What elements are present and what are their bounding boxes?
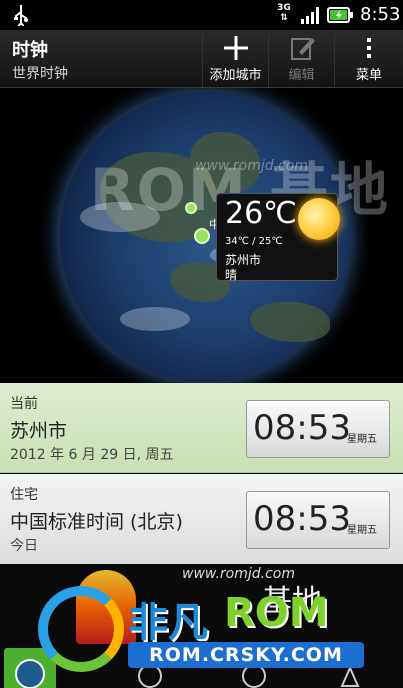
brand-cn: 非凡 bbox=[128, 600, 208, 646]
clock-time: 08:53 bbox=[253, 408, 351, 448]
menu-button[interactable]: 菜单 bbox=[334, 30, 403, 88]
edit-icon bbox=[291, 38, 315, 60]
app-subtitle: 世界时钟 bbox=[12, 66, 68, 82]
edit-label: 编辑 bbox=[288, 68, 315, 83]
weather-range: 34℃ / 25℃ bbox=[225, 236, 283, 247]
landmass bbox=[250, 302, 330, 342]
usb-icon bbox=[14, 5, 28, 26]
add-city-label: 添加城市 bbox=[209, 68, 262, 83]
clock-time: 08:53 bbox=[253, 499, 351, 539]
city-pin-selected[interactable] bbox=[194, 228, 210, 244]
row-tag: 住宅 bbox=[10, 487, 38, 503]
city-pin[interactable] bbox=[185, 202, 197, 214]
digital-clock: 08:53 星期五 bbox=[246, 491, 390, 549]
row-detail: 今日 bbox=[10, 538, 38, 554]
digital-clock: 08:53 星期五 bbox=[246, 400, 390, 458]
bottom-area: www.romjd.com 基地 非凡 ROM ROM.CRSKY.COM bbox=[0, 564, 403, 688]
plus-icon bbox=[224, 36, 248, 60]
world-globe[interactable]: ROM 基地 www.romjd.com 中 26℃ 34℃ / 25℃ 苏州市… bbox=[0, 88, 403, 383]
row-detail: 2012 年 6 月 29 日, 周五 bbox=[10, 447, 174, 463]
row-tag: 当前 bbox=[10, 396, 38, 412]
cloud bbox=[120, 307, 190, 331]
weather-temperature: 26℃ bbox=[225, 196, 297, 231]
overflow-menu-icon bbox=[367, 38, 371, 58]
brand-en: ROM bbox=[224, 590, 329, 636]
clock-weekday: 星期五 bbox=[347, 525, 377, 536]
brand-site: ROM.CRSKY.COM bbox=[128, 642, 364, 668]
clock-row-home[interactable]: 住宅 中国标准时间 (北京) 今日 08:53 星期五 bbox=[0, 474, 403, 564]
battery-icon bbox=[327, 7, 353, 23]
crsky-swirl-logo bbox=[38, 586, 124, 672]
status-bar: 3G ⇅ 8:53 bbox=[0, 0, 403, 30]
row-city: 苏州市 bbox=[10, 420, 68, 442]
watermark-url: www.romjd.com bbox=[195, 158, 308, 174]
menu-label: 菜单 bbox=[355, 68, 382, 83]
app-title: 时钟 bbox=[12, 40, 48, 61]
network-type-icon: 3G ⇅ bbox=[277, 3, 291, 23]
add-city-button[interactable]: 添加城市 bbox=[202, 30, 268, 88]
clock-row-current[interactable]: 当前 苏州市 2012 年 6 月 29 日, 周五 08:53 星期五 bbox=[0, 383, 403, 473]
network-label: 3G bbox=[277, 3, 291, 13]
signal-strength-icon bbox=[301, 7, 319, 24]
status-time: 8:53 bbox=[360, 4, 401, 25]
clock-weekday: 星期五 bbox=[347, 434, 377, 445]
row-city: 中国标准时间 (北京) bbox=[10, 511, 183, 533]
edit-button[interactable]: 编辑 bbox=[268, 30, 334, 88]
weather-condition: 晴 bbox=[225, 268, 238, 282]
sunny-weather-icon bbox=[298, 198, 340, 240]
action-bar: 时钟 世界时钟 添加城市 编辑 菜单 bbox=[0, 30, 403, 88]
